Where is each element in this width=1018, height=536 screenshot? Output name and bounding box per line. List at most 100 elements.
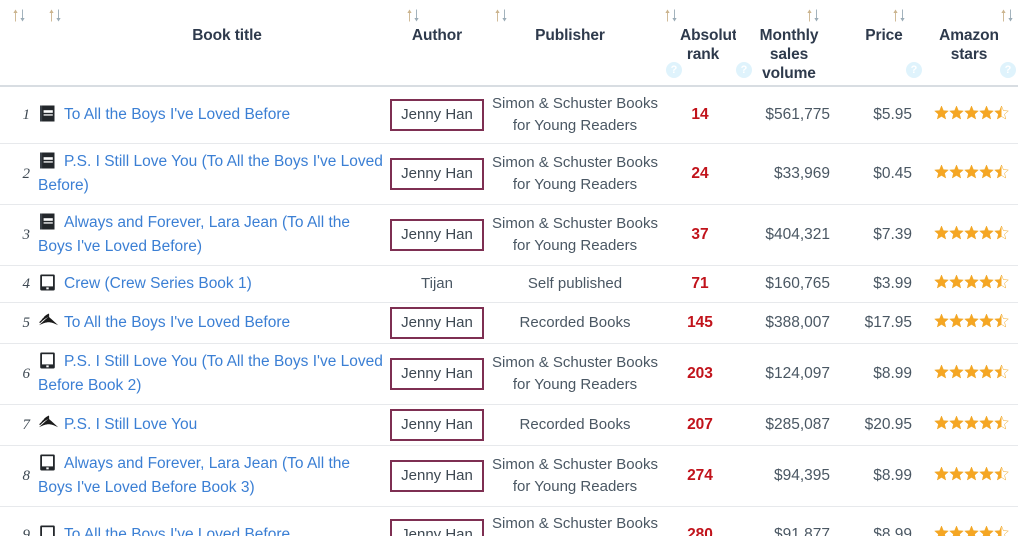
amazon-stars-cell: [924, 303, 1018, 344]
monthly-sales-volume-cell: $388,007: [765, 314, 830, 331]
row-index: 8: [22, 467, 31, 484]
sort-updown-icon[interactable]: [892, 8, 906, 23]
book-title-cell: To All the Boys I've Loved Before: [36, 507, 388, 536]
book-title-cell: P.S. I Still Love You (To All the Boys I…: [36, 144, 388, 205]
author-cell: Jenny Han: [388, 205, 486, 266]
table-row[interactable]: 1 To All the Boys I've Loved Before Jenny …: [0, 86, 1018, 144]
author-cell: Jenny Han: [388, 344, 486, 405]
star-rating-icon: [934, 164, 1009, 179]
book-title-link[interactable]: To All the Boys I've Loved Before: [64, 106, 290, 123]
kindle-icon: [38, 524, 57, 536]
book-title-link[interactable]: To All the Boys I've Loved Before: [64, 526, 290, 536]
price-cell: $17.95: [864, 314, 912, 331]
book-rankings-table-panel: Book title Author Publisher Absolute ran…: [0, 0, 1018, 536]
column-header-monthly-sales-volume[interactable]: Monthly sales volume ?: [736, 0, 844, 87]
author-highlight-box: Jenny Han: [390, 519, 484, 536]
sort-updown-icon[interactable]: [12, 8, 26, 23]
column-header-amazon-stars[interactable]: Amazon stars ?: [924, 0, 1018, 87]
absolute-rank-cell: 280: [687, 526, 713, 536]
price-cell: $5.95: [873, 106, 912, 123]
price-cell: $20.95: [864, 416, 912, 433]
column-header-book-title[interactable]: Book title: [36, 0, 388, 87]
author-cell: Jenny Han: [388, 507, 486, 536]
table-row[interactable]: 4 Crew (Crew Series Book 1) Tijan Self publ…: [0, 266, 1018, 303]
book-title-cell: P.S. I Still Love You: [36, 405, 388, 446]
author-highlight-box: Jenny Han: [390, 358, 484, 390]
sort-updown-icon[interactable]: [1000, 8, 1014, 23]
column-header-publisher[interactable]: Publisher: [486, 0, 664, 87]
book-icon: [38, 212, 57, 231]
table-row[interactable]: 9 To All the Boys I've Loved Before Jenny …: [0, 507, 1018, 536]
help-icon[interactable]: ?: [666, 62, 682, 78]
audible-icon: [38, 414, 59, 433]
table-row[interactable]: 3 Always and Forever, Lara Jean (To All t…: [0, 205, 1018, 266]
author-highlight-box: Jenny Han: [390, 99, 484, 131]
column-header-label: Amazon stars: [939, 27, 999, 63]
table-row[interactable]: 5 To All the Boys I've Loved Before Jenny …: [0, 303, 1018, 344]
row-index: 9: [22, 526, 31, 536]
book-title-link[interactable]: Always and Forever, Lara Jean (To All th…: [38, 214, 350, 255]
table-row[interactable]: 6 P.S. I Still Love You (To All the Boys …: [0, 344, 1018, 405]
audible-icon: [38, 312, 59, 331]
absolute-rank-cell: 14: [691, 106, 709, 123]
sort-updown-icon[interactable]: [664, 8, 678, 23]
author-highlight-box: Jenny Han: [390, 307, 484, 339]
author-highlight-box: Jenny Han: [390, 158, 484, 190]
absolute-rank-cell: 207: [687, 416, 713, 433]
sort-updown-icon[interactable]: [48, 8, 62, 23]
column-header-label: Absolute rank: [680, 27, 746, 63]
author-highlight-box: Jenny Han: [390, 219, 484, 251]
column-header-label: Book title: [192, 27, 262, 44]
book-icon: [38, 104, 57, 123]
column-header-author[interactable]: Author: [388, 0, 486, 87]
star-rating-icon: [934, 466, 1009, 481]
book-title-cell: P.S. I Still Love You (To All the Boys I…: [36, 344, 388, 405]
price-cell: $0.45: [873, 165, 912, 182]
sort-updown-icon[interactable]: [806, 8, 820, 23]
amazon-stars-cell: [924, 86, 1018, 144]
absolute-rank-cell: 37: [691, 226, 709, 243]
table-row[interactable]: 8 Always and Forever, Lara Jean (To All t…: [0, 446, 1018, 507]
author-cell: Jenny Han: [388, 303, 486, 344]
table-header: Book title Author Publisher Absolute ran…: [0, 0, 1018, 87]
book-title-cell: Always and Forever, Lara Jean (To All th…: [36, 205, 388, 266]
sort-updown-icon[interactable]: [494, 8, 508, 23]
star-rating-icon: [934, 105, 1009, 120]
book-title-link[interactable]: Always and Forever, Lara Jean (To All th…: [38, 455, 350, 496]
table-row[interactable]: 2 P.S. I Still Love You (To All the Boys …: [0, 144, 1018, 205]
author-highlight-box: Jenny Han: [390, 460, 484, 492]
monthly-sales-volume-cell: $561,775: [765, 106, 830, 123]
star-rating-icon: [934, 415, 1009, 430]
monthly-sales-volume-cell: $160,765: [765, 275, 830, 292]
kindle-icon: [38, 273, 57, 292]
column-header-absolute-rank[interactable]: Absolute rank ?: [664, 0, 746, 87]
table-header-row: Book title Author Publisher Absolute ran…: [0, 0, 1018, 87]
column-header-price[interactable]: Price ?: [844, 0, 924, 87]
book-title-link[interactable]: P.S. I Still Love You: [64, 416, 197, 433]
amazon-stars-cell: [924, 144, 1018, 205]
publisher-cell: Simon & Schuster Books for Young Readers: [492, 95, 658, 134]
publisher-cell: Simon & Schuster Books for Young Readers: [492, 456, 658, 495]
book-title-link[interactable]: P.S. I Still Love You (To All the Boys I…: [38, 153, 383, 194]
book-title-link[interactable]: Crew (Crew Series Book 1): [64, 275, 252, 292]
star-rating-icon: [934, 313, 1009, 328]
sort-updown-icon[interactable]: [406, 8, 420, 23]
help-icon[interactable]: ?: [736, 62, 752, 78]
book-title-link[interactable]: P.S. I Still Love You (To All the Boys I…: [38, 353, 383, 394]
row-index: 2: [22, 165, 31, 182]
help-icon[interactable]: ?: [1000, 62, 1016, 78]
star-rating-icon: [934, 525, 1009, 536]
row-index: 7: [22, 416, 31, 433]
row-index: 4: [22, 275, 31, 292]
monthly-sales-volume-cell: $94,395: [773, 467, 830, 484]
table-row[interactable]: 7 P.S. I Still Love You Jenny Han Recorded …: [0, 405, 1018, 446]
absolute-rank-cell: 203: [687, 365, 713, 382]
absolute-rank-cell: 24: [691, 165, 709, 182]
help-icon[interactable]: ?: [906, 62, 922, 78]
book-title-link[interactable]: To All the Boys I've Loved Before: [64, 314, 290, 331]
monthly-sales-volume-cell: $285,087: [765, 416, 830, 433]
price-cell: $8.99: [873, 467, 912, 484]
table-body: 1 To All the Boys I've Loved Before Jenny …: [0, 86, 1018, 536]
row-index: 6: [22, 365, 31, 382]
book-title-cell: Crew (Crew Series Book 1): [36, 266, 388, 303]
